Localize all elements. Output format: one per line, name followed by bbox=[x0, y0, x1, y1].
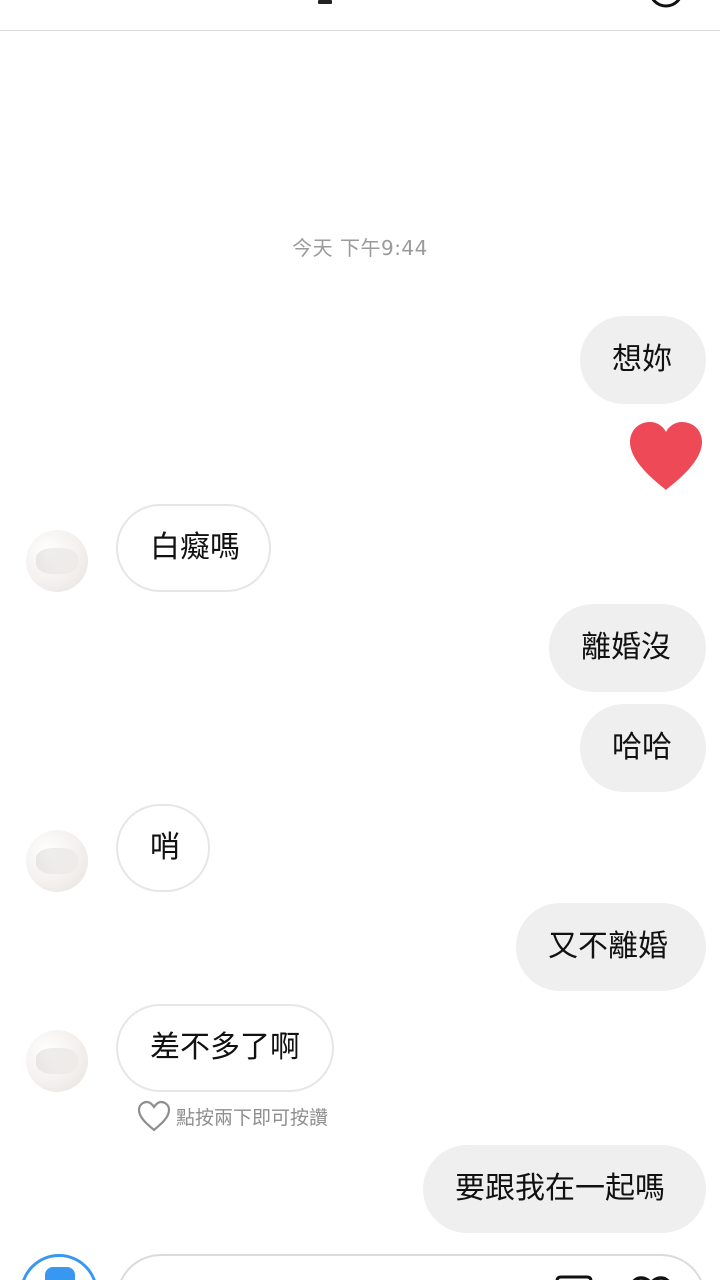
thread-header bbox=[0, 0, 720, 31]
avatar[interactable] bbox=[26, 1030, 88, 1092]
avatar[interactable] bbox=[26, 530, 88, 592]
heart-outline-icon[interactable] bbox=[628, 1274, 674, 1280]
avatar[interactable] bbox=[26, 830, 88, 892]
outgoing-message[interactable]: 要跟我在一起嗎 bbox=[423, 1145, 706, 1233]
outgoing-message[interactable]: 又不離婚 bbox=[516, 903, 706, 991]
outgoing-message[interactable]: 想妳 bbox=[580, 316, 706, 404]
camera-icon bbox=[45, 1267, 75, 1280]
outgoing-message[interactable]: 哈哈 bbox=[580, 704, 706, 792]
like-hint-text: 點按兩下即可按讚 bbox=[176, 1106, 329, 1129]
incoming-message[interactable]: 哨 bbox=[116, 804, 210, 892]
incoming-message[interactable]: 白癡嗎 bbox=[116, 504, 271, 592]
camera-button[interactable] bbox=[20, 1254, 98, 1280]
outgoing-message[interactable]: 離婚沒 bbox=[549, 604, 706, 692]
thread-title[interactable] bbox=[318, 0, 332, 4]
message-timestamp: 今天 下午9:44 bbox=[292, 236, 428, 260]
gallery-icon[interactable] bbox=[554, 1275, 594, 1280]
heart-outline-icon bbox=[137, 1100, 171, 1132]
incoming-message[interactable]: 差不多了啊 bbox=[116, 1004, 334, 1092]
info-circle-icon[interactable] bbox=[646, 0, 686, 8]
message-input[interactable] bbox=[116, 1254, 706, 1280]
heart-icon[interactable] bbox=[626, 420, 706, 492]
chevron-left-icon[interactable] bbox=[30, 0, 50, 10]
double-tap-like-hint: 點按兩下即可按讚 bbox=[136, 1098, 328, 1134]
dm-thread-screen: 今天 下午9:44 想妳 白癡嗎 離婚沒 哈哈 哨 又不離婚 差不多了啊 點按兩… bbox=[0, 0, 720, 1280]
